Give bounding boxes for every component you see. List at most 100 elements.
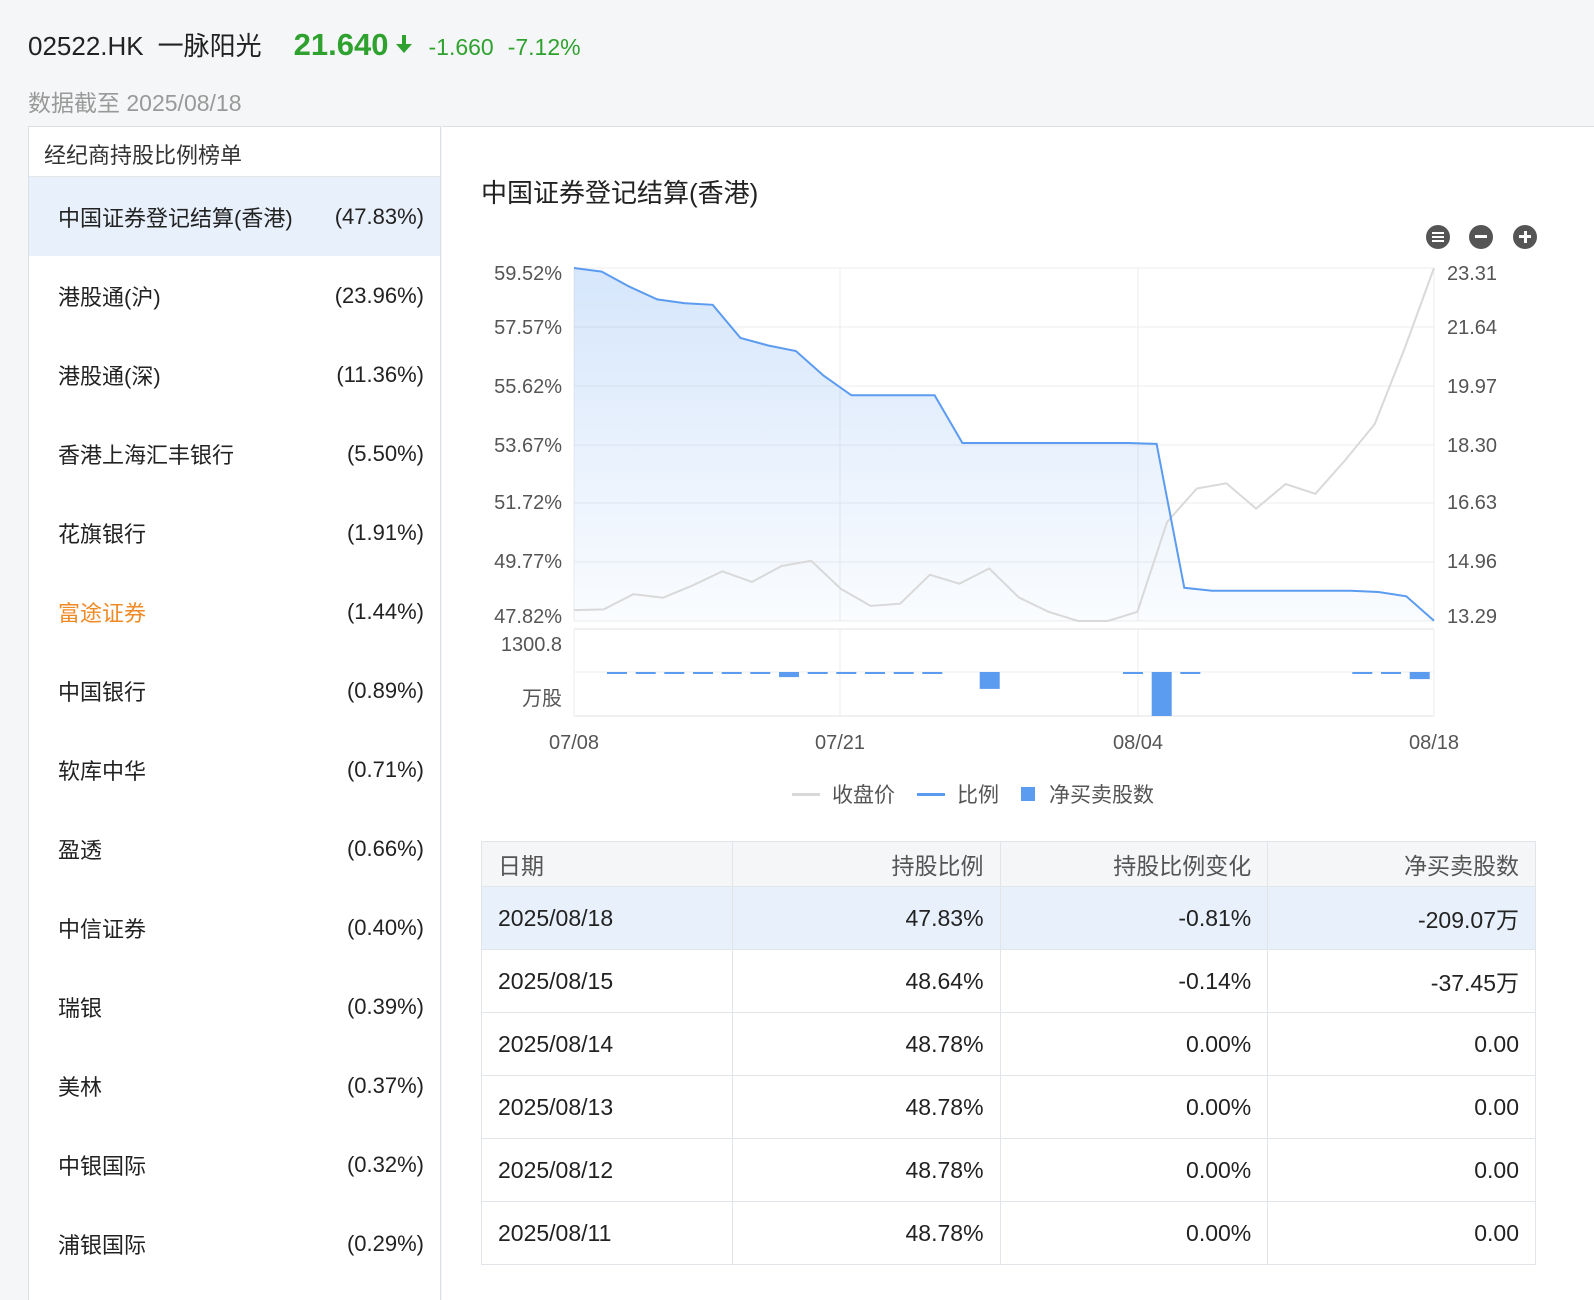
legend-net[interactable]: 净买卖股数: [1021, 779, 1154, 809]
broker-item[interactable]: 富途证券 (1.44%): [29, 572, 440, 651]
cell-ratio-change: 0.00%: [999, 1201, 1269, 1265]
broker-item[interactable]: 香港上海汇丰银行 (5.50%): [29, 414, 440, 493]
net-volume-bar: [1123, 672, 1143, 674]
cell-date: 2025/08/13: [481, 1075, 733, 1139]
broker-name: 瑞银: [58, 995, 103, 1021]
broker-item[interactable]: 中银国际 (0.32%): [29, 1125, 440, 1204]
broker-item[interactable]: 中国证券登记结算(香港) (47.83%): [29, 177, 440, 256]
col-date: 日期: [481, 841, 733, 887]
net-volume-bar: [1151, 672, 1172, 716]
broker-name: 港股通(深): [58, 363, 161, 389]
broker-pct: (0.89%): [346, 677, 424, 703]
net-volume-bar: [750, 672, 771, 674]
net-volume-bar: [1180, 672, 1201, 674]
cell-date: 2025/08/11: [481, 1201, 733, 1265]
net-volume-bar: [979, 672, 1000, 689]
table-row[interactable]: 2025/08/12 48.78% 0.00% 0.00: [481, 1138, 1536, 1202]
detail-panel: 中国证券登记结算(香港) 59.52% 57.57% 55.62% 53.67%…: [442, 126, 1594, 1300]
table-row[interactable]: 2025/08/13 48.78% 0.00% 0.00: [481, 1075, 1536, 1139]
table-header-row: 日期 持股比例 持股比例变化 净买卖股数: [481, 841, 1536, 887]
right-tick: 19.97: [1447, 376, 1497, 398]
right-tick: 16.63: [1447, 492, 1497, 514]
net-volume-bar: [1352, 672, 1373, 674]
stock-name: 一脉阳光: [157, 31, 262, 61]
broker-pct: (1.44%): [346, 598, 424, 624]
price-change-pct: -7.12%: [507, 34, 581, 60]
broker-name: 港股通(沪): [58, 284, 161, 310]
quote-line: 02522.HK 一脉阳光 21.640 -1.660 -7.12%: [28, 26, 581, 63]
broker-pct: (0.40%): [346, 914, 424, 940]
left-tick: 53.67%: [494, 435, 562, 457]
cell-ratio: 48.78%: [731, 1138, 1001, 1202]
broker-item[interactable]: 港股通(沪) (23.96%): [29, 256, 440, 335]
legend-ratio[interactable]: 比例: [917, 779, 999, 809]
cell-net: 0.00: [1267, 1075, 1536, 1139]
broker-pct: (1.91%): [346, 519, 424, 545]
stock-code: 02522.HK: [28, 31, 144, 61]
net-volume-bar: [693, 672, 713, 674]
cell-ratio-change: 0.00%: [999, 1075, 1269, 1139]
broker-item[interactable]: 浦银国际 (0.29%): [29, 1204, 440, 1283]
broker-pct: (0.32%): [346, 1151, 424, 1177]
table-row[interactable]: 2025/08/14 48.78% 0.00% 0.00: [481, 1012, 1536, 1076]
broker-ranking-panel: 经纪商持股比例榜单 中国证券登记结算(香港) (47.83%) 港股通(沪) (23…: [28, 126, 441, 1300]
broker-pct: (11.36%): [336, 361, 424, 387]
broker-name: 中信证券: [58, 916, 147, 942]
cell-ratio-change: 0.00%: [999, 1012, 1269, 1076]
net-volume-bar: [1381, 672, 1401, 674]
table-row[interactable]: 2025/08/11 48.78% 0.00% 0.00: [481, 1201, 1536, 1265]
left-tick: 57.57%: [494, 317, 562, 339]
broker-name: 中国证券登记结算(香港): [58, 205, 293, 231]
net-volume-bar: [779, 672, 799, 678]
broker-name: 花旗银行: [58, 521, 147, 547]
table-row[interactable]: 2025/08/18 47.83% -0.81% -209.07万: [481, 886, 1536, 950]
broker-pct: (0.71%): [346, 756, 424, 782]
broker-item[interactable]: 盈透 (0.66%): [29, 809, 440, 888]
broker-name: 盈透: [58, 837, 103, 863]
broker-name: 中银国际: [58, 1153, 147, 1179]
net-volume-bar: [836, 672, 857, 674]
net-volume-bar: [922, 672, 943, 674]
broker-item[interactable]: 美林 (0.37%): [29, 1046, 440, 1125]
price-change: -1.660: [428, 34, 494, 60]
broker-item[interactable]: 花旗银行 (1.91%): [29, 493, 440, 572]
net-volume-bar: [1409, 672, 1430, 680]
cell-net: 0.00: [1267, 1012, 1536, 1076]
legend-ratio-label: 比例: [957, 784, 999, 807]
chart-legend: 收盘价 比例 净买卖股数: [792, 779, 1176, 809]
broker-name: 浦银国际: [58, 1232, 147, 1258]
broker-pct: (0.37%): [346, 1072, 424, 1098]
x-tick: 07/08: [549, 732, 599, 754]
legend-close-label: 收盘价: [832, 784, 895, 807]
broker-name: 富途证券: [58, 600, 147, 626]
broker-item[interactable]: 港股通(深) (11.36%): [29, 335, 440, 414]
broker-item[interactable]: 中国银行 (0.89%): [29, 651, 440, 730]
left-tick: 49.77%: [494, 551, 562, 573]
broker-item[interactable]: 软库中华 (0.71%): [29, 730, 440, 809]
right-tick: 18.30: [1447, 435, 1497, 457]
legend-ratio-swatch: [917, 792, 945, 796]
broker-item[interactable]: 中信证券 (0.40%): [29, 888, 440, 967]
right-tick: 23.31: [1447, 263, 1497, 285]
quote-header: 02522.HK 一脉阳光 21.640 -1.660 -7.12% 数据截至 …: [0, 0, 1594, 128]
broker-pct: (0.29%): [346, 1230, 424, 1256]
net-volume-bar: [865, 672, 885, 674]
volume-max-label: 1300.8: [501, 634, 562, 656]
table-row[interactable]: 2025/08/15 48.64% -0.14% -37.45万: [481, 949, 1536, 1013]
broker-name: 香港上海汇丰银行: [58, 442, 235, 468]
net-volume-bars: [607, 672, 1430, 716]
net-volume-bar: [721, 672, 742, 674]
right-tick: 14.96: [1447, 551, 1497, 573]
broker-pct: (23.96%): [334, 282, 424, 308]
left-tick: 55.62%: [494, 376, 562, 398]
last-price: 21.640: [293, 27, 389, 62]
broker-list: 中国证券登记结算(香港) (47.83%) 港股通(沪) (23.96%) 港股通(…: [29, 177, 440, 1283]
legend-close[interactable]: 收盘价: [792, 779, 895, 809]
net-volume-bar: [664, 672, 685, 674]
broker-pct: (0.66%): [346, 835, 424, 861]
x-tick: 07/21: [815, 732, 865, 754]
cell-ratio-change: -0.81%: [999, 886, 1269, 950]
broker-ranking-title: 经纪商持股比例榜单: [29, 127, 440, 177]
cell-ratio: 48.64%: [731, 949, 1001, 1013]
broker-item[interactable]: 瑞银 (0.39%): [29, 967, 440, 1046]
